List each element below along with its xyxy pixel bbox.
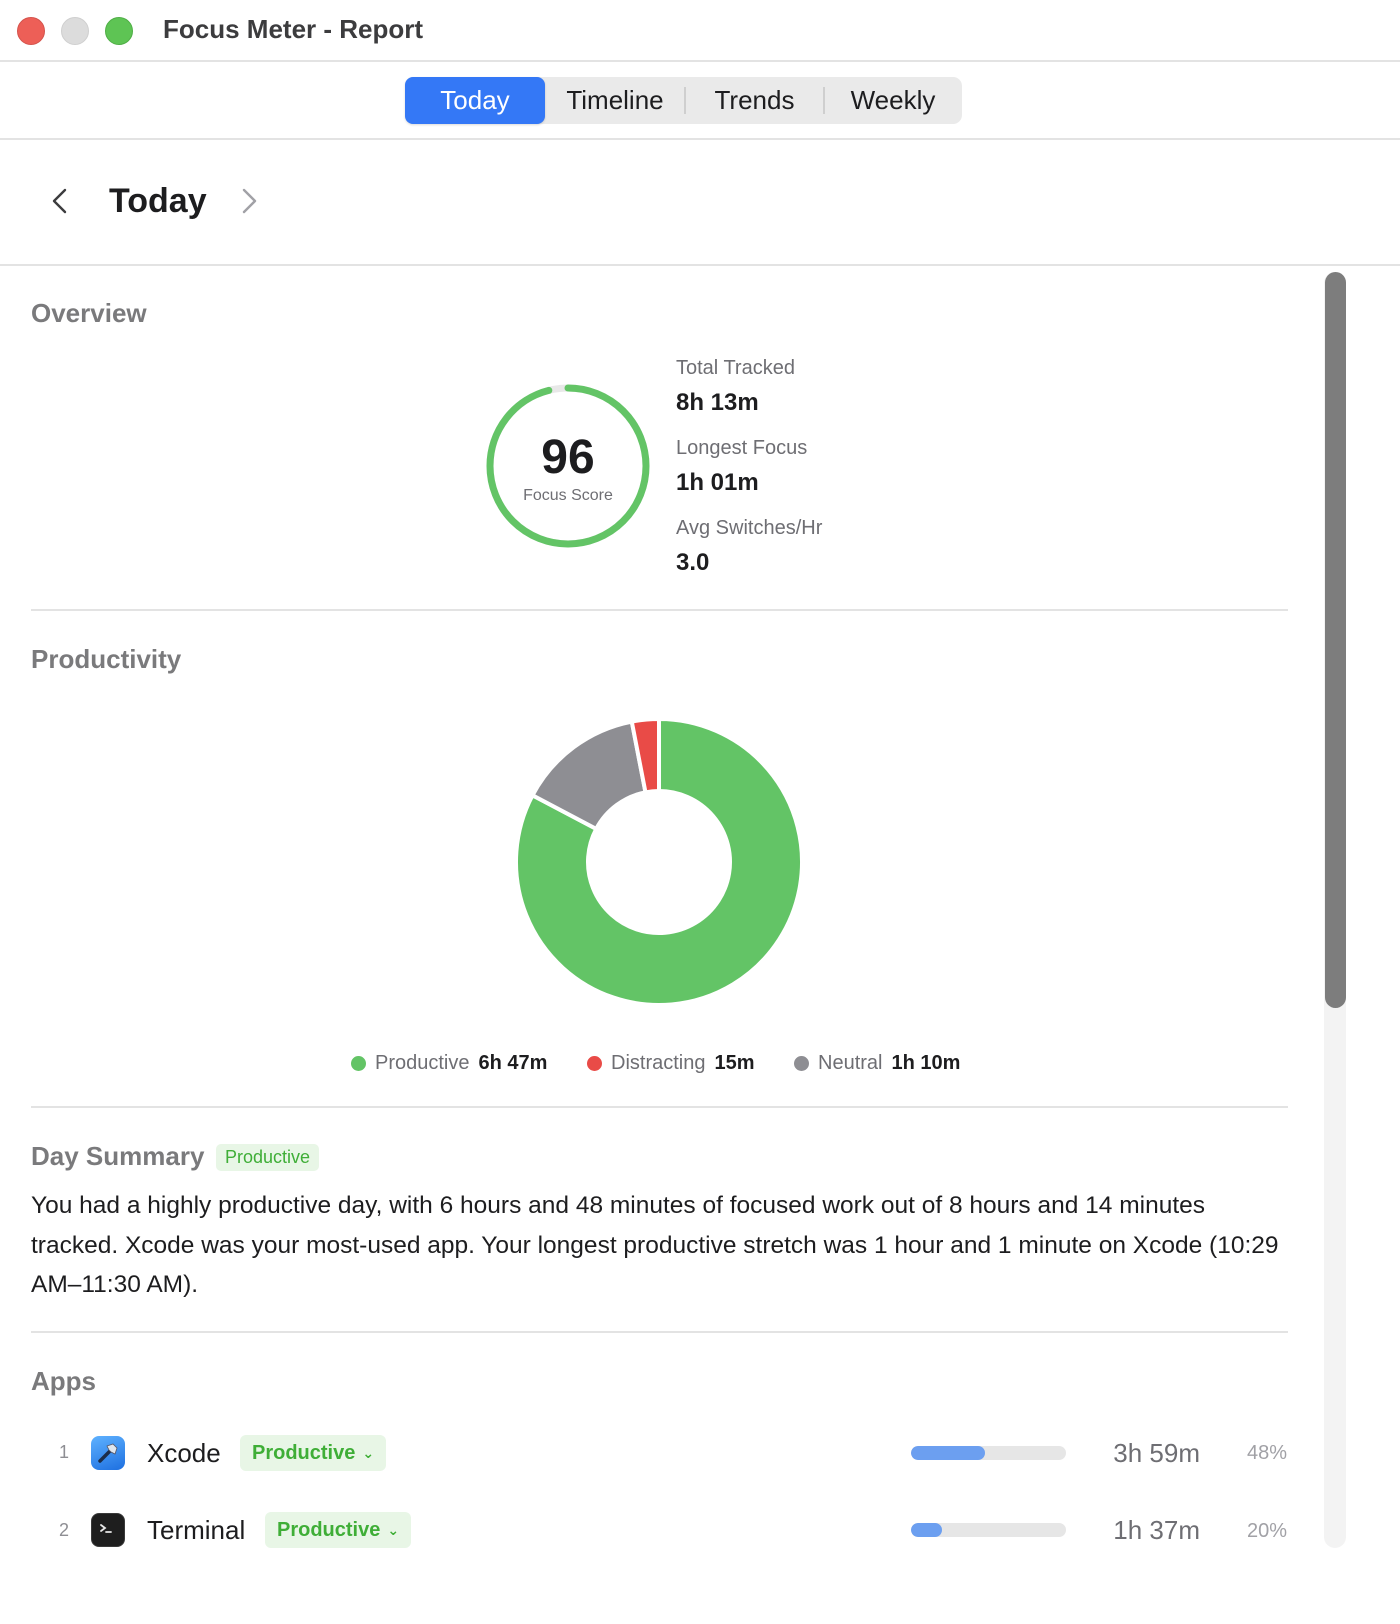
longest-focus-value: 1h 01m [676,469,759,496]
productive-dot [351,1055,366,1071]
category-dropdown[interactable]: Productive ⌄ [265,1512,412,1548]
avg-switches-label: Avg Switches/Hr [676,517,823,539]
section-divider [31,1106,1288,1108]
total-tracked-label: Total Tracked [676,357,795,379]
tab-weekly[interactable]: Weekly [824,77,962,124]
app-name: Xcode [147,1438,221,1468]
segmented-control: Today Timeline Trends Weekly [405,77,962,124]
avg-switches-value: 3.0 [676,549,710,576]
window-title: Focus Meter - Report [163,14,424,44]
focus-score-value: 96 [541,431,595,484]
neutral-dot [794,1055,809,1071]
productivity-donut-chart [514,716,804,1007]
day-summary-title: Day Summary [31,1141,205,1171]
category-label: Productive [277,1518,381,1541]
day-summary-text: You had a highly productive day, with 6 … [31,1192,1279,1298]
tab-today[interactable]: Today [405,77,545,124]
legend-label: Productive [375,1051,470,1074]
apps-title: Apps [31,1366,96,1396]
category-label: Productive [252,1441,356,1464]
day-rating-badge: Productive [216,1144,320,1171]
legend-productive: Productive 6h 47m [351,1050,547,1076]
title-bar: Focus Meter - Report [0,0,1400,62]
chevron-left-icon [52,188,67,214]
app-name: Terminal [147,1515,246,1545]
total-tracked-value: 8h 13m [676,389,759,416]
productivity-title: Productivity [31,644,182,674]
longest-focus-label: Longest Focus [676,437,808,459]
chevron-down-icon: ⌄ [362,1444,375,1461]
usage-bar-fill [911,1446,986,1460]
overview-title: Overview [31,298,147,328]
legend-value: 1h 10m [891,1051,961,1074]
app-time: 3h 59m [1113,1438,1200,1468]
usage-bar [911,1523,1066,1537]
app-rank: 1 [58,1442,69,1462]
previous-day-button[interactable] [46,186,76,216]
legend-label: Distracting [611,1051,706,1074]
app-percent: 48% [1246,1442,1287,1464]
focus-score-label: Focus Score [523,487,613,504]
app-time: 1h 37m [1113,1515,1200,1545]
chevron-down-icon: ⌄ [387,1521,400,1538]
legend-distracting: Distracting 15m [587,1050,755,1076]
legend-label: Neutral [818,1051,883,1074]
next-day-button[interactable] [233,186,263,216]
page-title: Today [109,182,207,220]
tab-bar: Today Timeline Trends Weekly [0,62,1400,140]
date-header: Today [0,140,1400,266]
usage-bar-fill [911,1523,942,1537]
legend-value: 6h 47m [478,1051,548,1074]
terminal-prompt-icon [91,1513,125,1547]
category-dropdown[interactable]: Productive ⌄ [240,1435,387,1471]
scrollbar-thumb[interactable] [1325,272,1346,1008]
xcode-hammer-icon [91,1436,125,1470]
tab-timeline[interactable]: Timeline [545,77,685,124]
minimize-window-button[interactable] [61,17,89,45]
close-window-button[interactable] [17,17,45,45]
legend-neutral: Neutral 1h 10m [794,1050,960,1076]
legend-value: 15m [714,1051,755,1074]
distracting-dot [587,1055,602,1071]
usage-bar [911,1446,1066,1460]
tab-trends[interactable]: Trends [685,77,824,124]
chevron-right-icon [242,188,257,214]
app-rank: 2 [58,1520,69,1540]
section-divider [31,609,1288,611]
zoom-window-button[interactable] [105,17,133,45]
app-percent: 20% [1246,1520,1287,1542]
section-divider [31,1331,1288,1333]
